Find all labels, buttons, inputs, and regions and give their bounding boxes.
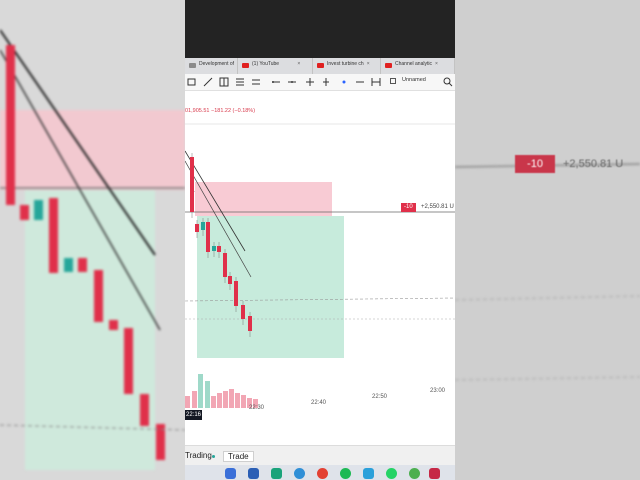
volume-bar [223, 391, 228, 408]
candle [195, 224, 199, 232]
tab-trade[interactable]: Trade [223, 451, 254, 462]
volume-group [185, 374, 258, 408]
cross-box-icon[interactable] [219, 77, 229, 87]
volume-bar [198, 374, 203, 408]
browser-tab-bar: Development of× (1) YouTube × Invest tur… [185, 58, 455, 74]
search-icon[interactable] [443, 77, 453, 87]
volume-bar [217, 393, 222, 408]
position-pnl-zoomed: +2,550.81 U [563, 158, 624, 170]
time-tick: 22:50 [372, 394, 388, 400]
store-icon[interactable] [248, 468, 259, 479]
youtube-icon [385, 63, 392, 68]
app-icon[interactable] [429, 468, 440, 479]
tab-label: (1) YouTube [252, 61, 280, 67]
ray-icon[interactable] [287, 77, 297, 87]
take-profit-zone [197, 216, 344, 358]
bottom-panel: Trading Trade [185, 445, 455, 466]
spotify-icon[interactable] [340, 468, 351, 479]
position-quantity-zoomed: -10 [515, 155, 555, 173]
drawing-toolbar: Unnamed [185, 74, 455, 91]
candle [223, 253, 227, 277]
tab-trading[interactable]: Trading [185, 451, 212, 460]
price-chart[interactable]: ↓ [185, 91, 455, 445]
app-icon[interactable] [271, 468, 282, 479]
whatsapp-icon[interactable] [386, 468, 397, 479]
tab-label: Development of [199, 61, 235, 67]
vertical-line-icon[interactable] [321, 77, 331, 87]
chart-area[interactable]: ↓ [185, 91, 455, 445]
price-change-readout: 01,905.51 −181.22 (−0.18%) [185, 108, 256, 114]
crop-icon[interactable] [187, 77, 197, 87]
volume-bar [235, 393, 240, 408]
close-icon[interactable]: × [282, 61, 300, 67]
expand-icon[interactable] [371, 77, 381, 87]
time-tick: 22:40 [311, 400, 327, 406]
candle [190, 157, 194, 212]
right-zoomed-chart [455, 163, 640, 381]
tab-label: Invest turbine ch [327, 61, 364, 67]
telegram-icon[interactable] [363, 468, 374, 479]
tab-label: Channel analytic [395, 61, 432, 67]
edge-icon[interactable] [294, 468, 305, 479]
volume-bar [211, 396, 216, 408]
candle [217, 246, 221, 252]
volume-bar [205, 381, 210, 408]
taskbar [185, 465, 455, 480]
close-icon[interactable]: × [435, 61, 438, 67]
status-dot-icon [212, 455, 215, 458]
browser-tab[interactable]: (1) YouTube × [238, 58, 313, 74]
close-icon[interactable]: × [367, 61, 370, 67]
youtube-icon [317, 63, 324, 68]
volume-bar [185, 396, 190, 408]
time-tick: 23:00 [430, 388, 446, 394]
volume-bar [229, 389, 234, 408]
time-tick: 22:30 [249, 405, 265, 411]
candle [228, 276, 232, 284]
position-quantity[interactable]: -10 [401, 203, 416, 212]
page-icon [189, 63, 196, 68]
volume-bar [241, 395, 246, 408]
browser-tab[interactable]: Development of× [185, 58, 238, 74]
left-background-blur [0, 0, 185, 480]
chrome-icon[interactable] [409, 468, 420, 479]
candle [201, 222, 205, 230]
volume-bar [192, 391, 197, 408]
stop-loss-zone [195, 182, 332, 216]
layout-name[interactable]: Unnamed [402, 77, 426, 83]
left-zoomed-chart [0, 29, 185, 470]
chrome-icon[interactable] [317, 468, 328, 479]
measure-icon[interactable] [355, 77, 365, 87]
youtube-icon [242, 63, 249, 68]
fib-icon[interactable] [235, 77, 245, 87]
layout-icon[interactable] [390, 78, 396, 84]
crosshair-icon[interactable] [305, 77, 315, 87]
browser-tab[interactable]: Channel analytic × [381, 58, 455, 74]
candle [241, 305, 245, 319]
arrow-line-icon[interactable] [271, 77, 281, 87]
candle [206, 222, 210, 252]
browser-tab[interactable]: Invest turbine ch × [313, 58, 381, 74]
app-icon[interactable] [225, 468, 236, 479]
candle [234, 281, 238, 306]
monitor-screen: Development of× (1) YouTube × Invest tur… [185, 0, 455, 480]
dot-icon[interactable] [339, 77, 349, 87]
pitchfork-icon[interactable] [251, 77, 261, 87]
candle [212, 246, 216, 251]
trend-line-icon[interactable] [203, 77, 213, 87]
position-pnl: +2,550.81 U [421, 204, 454, 210]
right-background-blur: -10 +2,550.81 U [455, 0, 640, 480]
cursor-time-label: 22:16 [185, 410, 202, 420]
candle [248, 316, 252, 331]
